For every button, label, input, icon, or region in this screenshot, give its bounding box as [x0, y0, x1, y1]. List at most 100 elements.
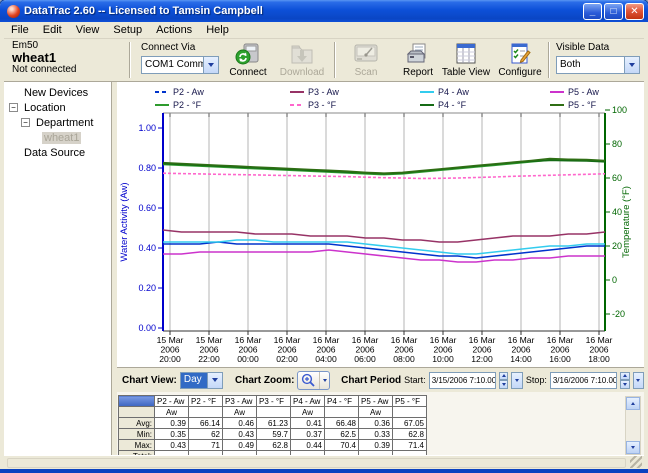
minimize-button[interactable]: _ — [583, 3, 602, 20]
tree-item-wheat1[interactable]: wheat1 — [4, 130, 111, 145]
axis-label: 0.00 — [138, 323, 156, 333]
configure-button[interactable]: Configure — [494, 42, 546, 78]
connect-via-value: COM1 Communic — [142, 57, 203, 73]
menu-view[interactable]: View — [69, 23, 107, 37]
toolbar-separator — [334, 42, 336, 78]
table-row-label: Avg: — [119, 418, 155, 429]
window-border-bottom — [0, 469, 648, 473]
x-tick-label: 16 Mar200604:00 — [313, 335, 340, 364]
table-view-icon — [453, 42, 479, 66]
tree-item-department[interactable]: − Department — [4, 115, 111, 130]
menu-actions[interactable]: Actions — [149, 23, 199, 37]
chart-zoom-button[interactable] — [297, 371, 330, 390]
window-title: DataTrac 2.60 -- Licensed to Tamsin Camp… — [24, 5, 581, 17]
chart-controls: Chart View: Day Chart Zoom: — [117, 367, 644, 392]
stats-table: P2 - AwP2 - °FP3 - AwP3 - °FP4 - AwP4 - … — [118, 395, 427, 455]
table-row-label — [119, 407, 155, 418]
chevron-down-icon[interactable] — [203, 57, 218, 73]
x-tick-label: 16 Mar200612:00 — [469, 335, 496, 364]
table-cell: 71.4 — [393, 440, 427, 451]
start-datetime-field[interactable]: 3/15/2006 7:10.00 PM — [429, 372, 496, 389]
x-tick-label: 16 Mar200618:00 — [586, 335, 613, 364]
scan-icon — [353, 42, 379, 66]
table-header-row: P2 - AwP2 - °FP3 - AwP3 - °FP4 - AwP4 - … — [119, 396, 427, 407]
table-cell: 0.35 — [155, 429, 189, 440]
table-row: Avg:0.3966.140.4661.230.4166.480.3667.05 — [119, 418, 427, 429]
resize-grip[interactable] — [630, 456, 642, 468]
start-label: Start: — [404, 375, 426, 385]
axis-label: 1.00 — [138, 123, 156, 133]
table-cell: 0.49 — [223, 440, 257, 451]
visible-data-dropdown[interactable]: Both — [556, 56, 640, 74]
table-column-header: P2 - °F — [189, 396, 223, 407]
table-unit-cell — [257, 407, 291, 418]
main-content: New Devices − Location − Department whea… — [4, 82, 644, 455]
table-unit-cell — [393, 407, 427, 418]
axis-label: 80 — [612, 139, 622, 149]
axis-label: 60 — [612, 173, 622, 183]
x-tick-label: 16 Mar200600:00 — [235, 335, 262, 364]
download-icon — [289, 42, 315, 66]
scan-button[interactable]: Scan — [340, 42, 392, 78]
titlebar[interactable]: DataTrac 2.60 -- Licensed to Tamsin Camp… — [0, 0, 648, 22]
close-button[interactable]: ✕ — [625, 3, 644, 20]
device-name: wheat1 — [12, 52, 77, 64]
scroll-up-icon[interactable] — [626, 397, 640, 410]
collapse-icon[interactable]: − — [9, 103, 18, 112]
table-scrollbar[interactable] — [625, 396, 641, 455]
table-cell: 0.39 — [155, 418, 189, 429]
menu-file[interactable]: File — [4, 23, 36, 37]
table-cell: 59.7 — [257, 429, 291, 440]
connect-via-dropdown[interactable]: COM1 Communic — [141, 56, 219, 74]
table-cell: 66.48 — [325, 418, 359, 429]
menu-help[interactable]: Help — [199, 23, 236, 37]
axis-label: Water Activity (Aw) — [119, 182, 130, 261]
connect-button[interactable]: Connect — [222, 42, 274, 78]
table-cell: 62.5 — [325, 429, 359, 440]
table-cell: 0.33 — [359, 429, 393, 440]
table-column-header: P5 - °F — [393, 396, 427, 407]
start-calendar-dropdown[interactable] — [511, 372, 522, 389]
start-spinner[interactable] — [499, 372, 508, 389]
table-view-button[interactable]: Table View — [440, 42, 492, 78]
chart-plot: 15 Mar200620:0015 Mar200622:0016 Mar2006… — [117, 82, 644, 367]
stop-spinner[interactable] — [620, 372, 629, 389]
scroll-down-icon[interactable] — [626, 441, 640, 454]
report-button[interactable]: Report — [392, 42, 444, 78]
right-pane: P2 - AwP2 - °FP3 - AwP3 - °FP4 - AwP4 - … — [117, 82, 644, 455]
table-column-header: P4 - °F — [325, 396, 359, 407]
scrollbar-track[interactable] — [626, 410, 640, 441]
table-cell: 0.43 — [155, 440, 189, 451]
app-icon — [7, 5, 20, 18]
chevron-down-icon[interactable] — [319, 372, 329, 389]
x-tick-label: 16 Mar200608:00 — [391, 335, 418, 364]
visible-data-value: Both — [557, 57, 624, 73]
maximize-button[interactable]: □ — [604, 3, 623, 20]
table-cell: 62.8 — [393, 429, 427, 440]
configure-button-label: Configure — [498, 67, 541, 78]
app-window: DataTrac 2.60 -- Licensed to Tamsin Camp… — [0, 0, 648, 473]
axis-label: 100 — [612, 105, 627, 115]
scan-button-label: Scan — [355, 67, 378, 78]
collapse-icon[interactable]: − — [21, 118, 30, 127]
x-tick-label: 16 Mar200616:00 — [547, 335, 574, 364]
chevron-down-icon[interactable] — [624, 57, 639, 73]
menu-setup[interactable]: Setup — [106, 23, 149, 37]
table-corner-cell — [119, 396, 155, 407]
table-unit-cell — [189, 407, 223, 418]
tree-item-new-devices[interactable]: New Devices — [4, 85, 111, 100]
tree-item-location[interactable]: − Location — [4, 100, 111, 115]
x-tick-label: 16 Mar200614:00 — [508, 335, 535, 364]
download-button[interactable]: Download — [276, 42, 328, 78]
x-tick-label: 16 Mar200602:00 — [274, 335, 301, 364]
table-cell: 62 — [189, 429, 223, 440]
table-unit-cell: Aw — [155, 407, 189, 418]
chart-view-dropdown[interactable]: Day — [180, 372, 223, 389]
stop-calendar-dropdown[interactable] — [633, 372, 644, 389]
table-row-label: Min: — [119, 429, 155, 440]
stop-datetime-field[interactable]: 3/16/2006 7:10.00 PM — [550, 372, 617, 389]
device-tree: New Devices − Location − Department whea… — [4, 82, 112, 455]
chevron-down-icon[interactable] — [207, 373, 222, 388]
menu-edit[interactable]: Edit — [36, 23, 69, 37]
tree-item-data-source[interactable]: Data Source — [4, 145, 111, 160]
